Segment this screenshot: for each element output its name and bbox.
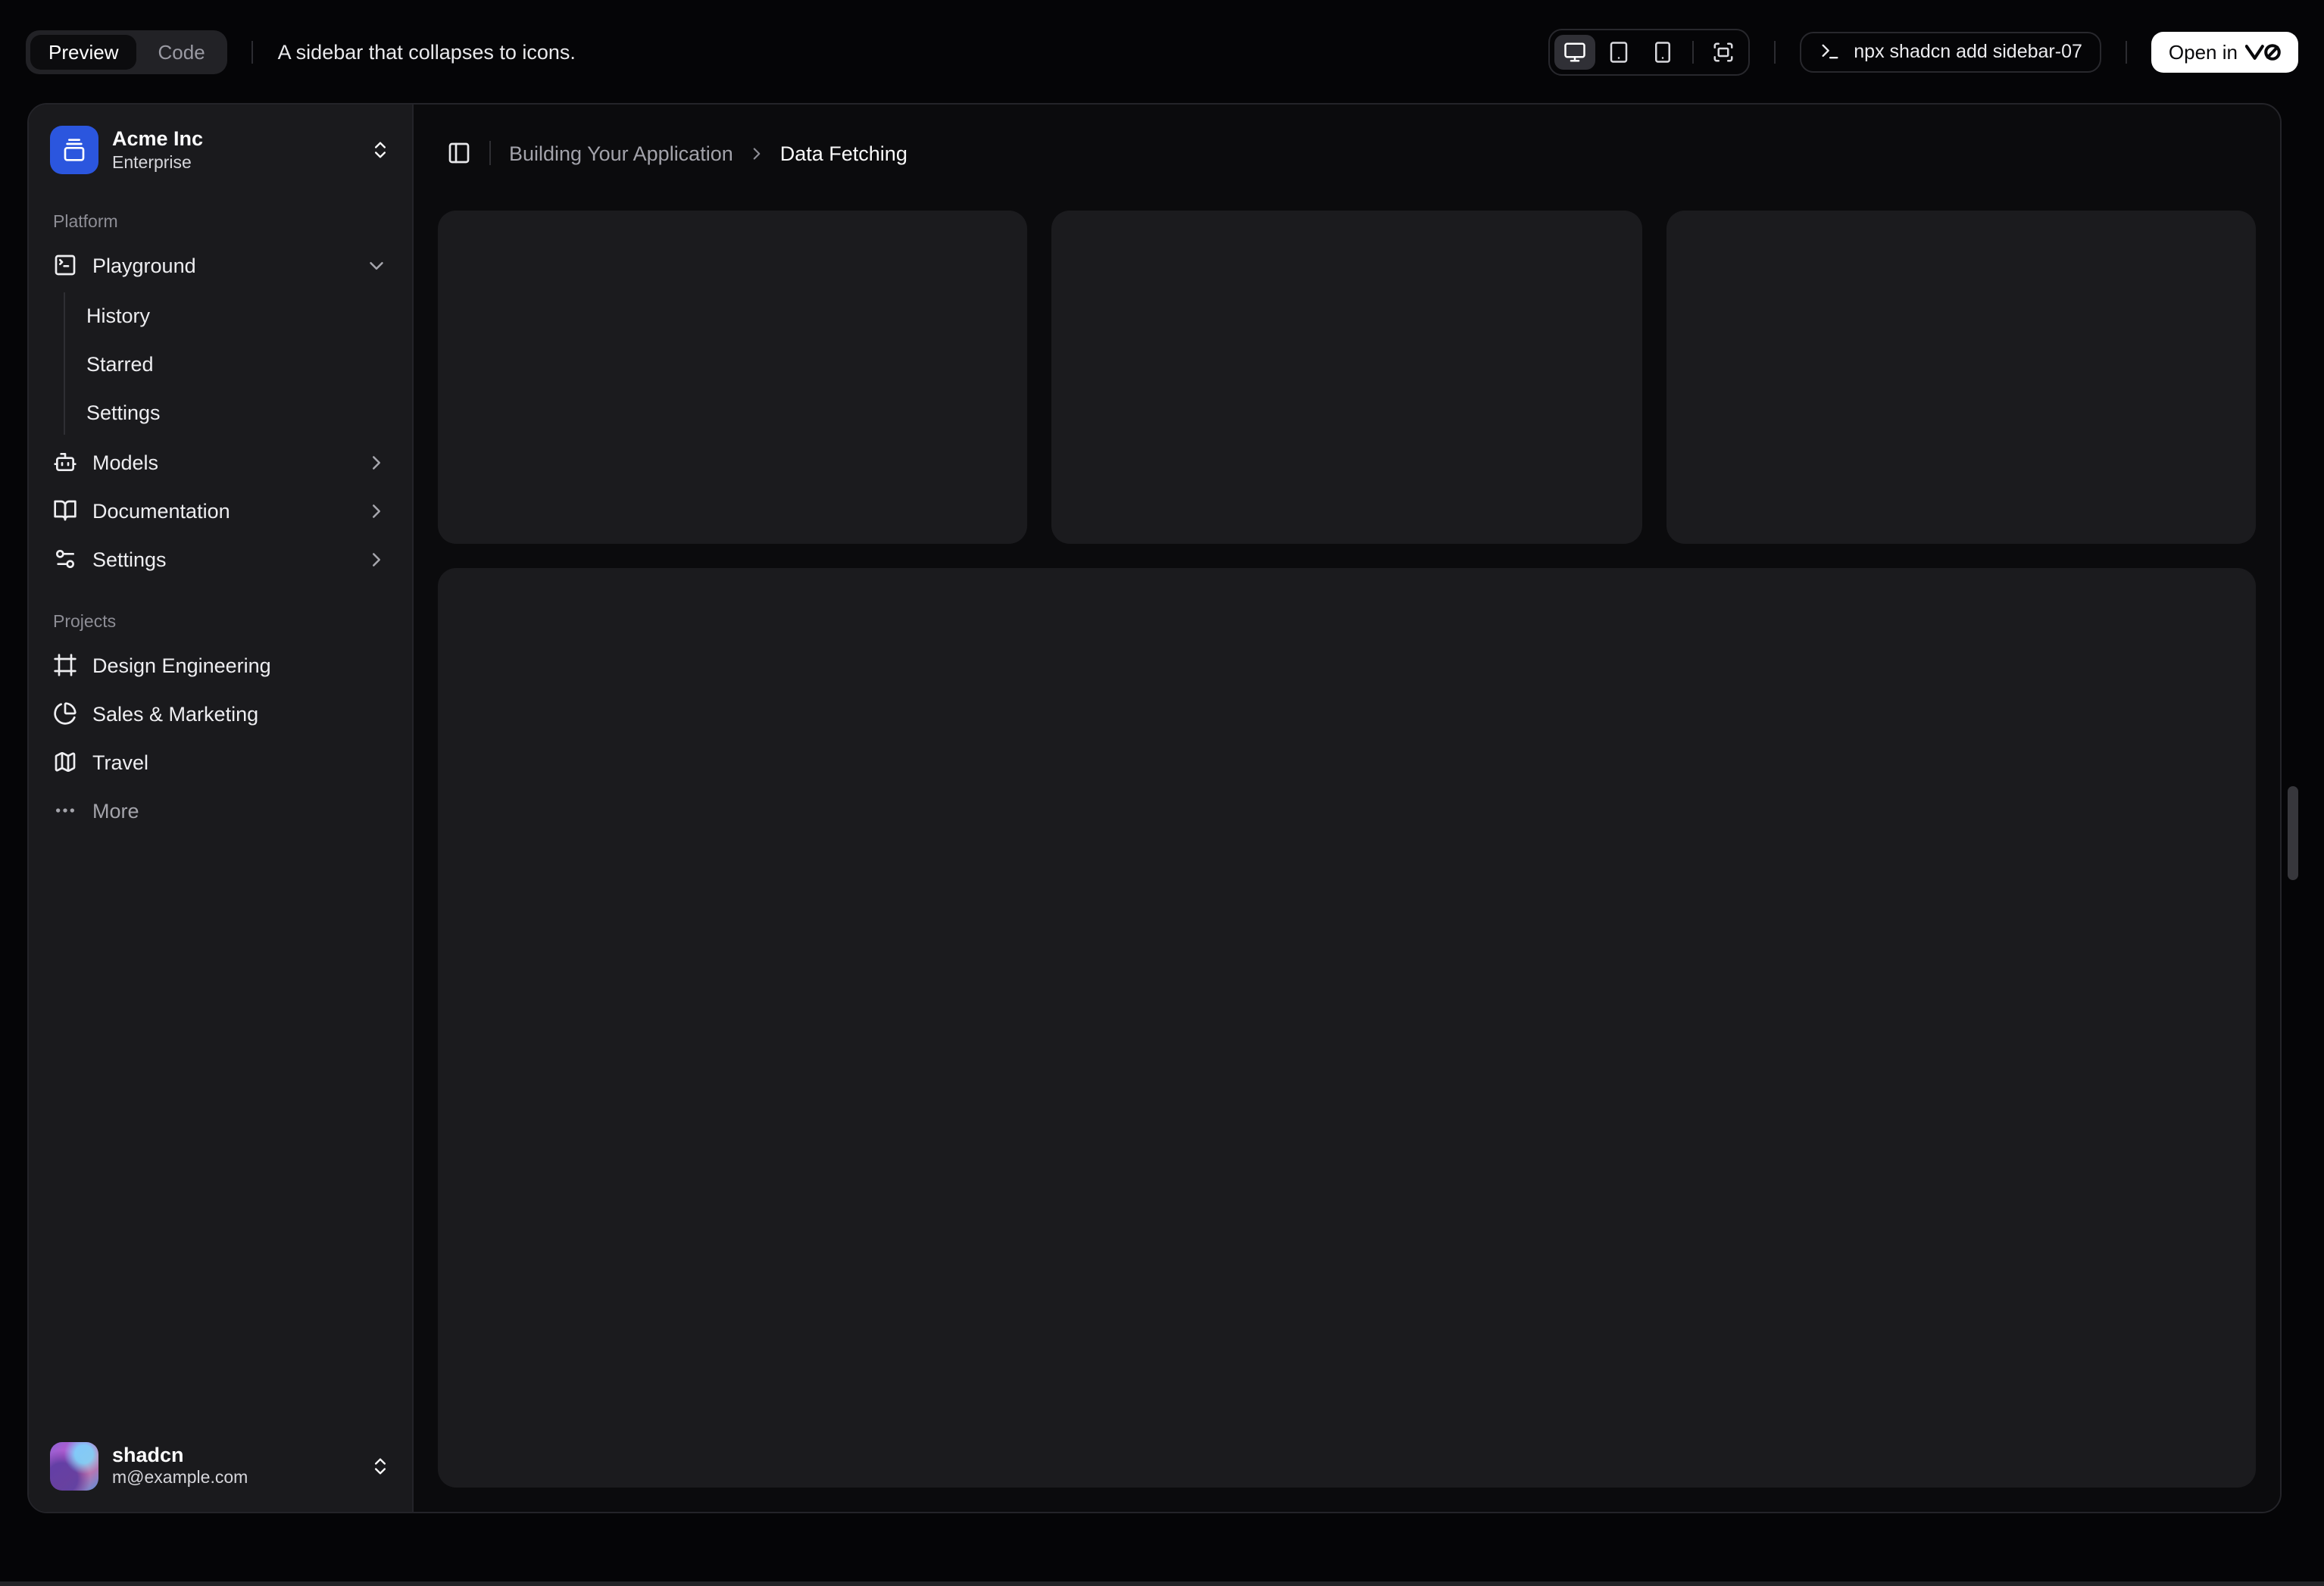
next-section-edge <box>0 1581 2324 1586</box>
square-terminal-icon <box>53 254 77 278</box>
tab-code[interactable]: Code <box>140 34 223 69</box>
open-in-v0-label: Open in <box>2168 40 2238 63</box>
breadcrumb: Building Your Application Data Fetching <box>509 142 907 164</box>
page-scrollbar-thumb[interactable] <box>2288 786 2298 880</box>
fullscreen-icon <box>1711 40 1734 63</box>
placeholder-card-row <box>414 201 2280 544</box>
preview-frame: Acme Inc Enterprise Platform Playground <box>27 103 2282 1513</box>
chevron-right-icon <box>365 500 388 523</box>
view-toggle-group: Preview Code <box>26 30 228 73</box>
device-toggle-group <box>1548 28 1750 75</box>
sidebar-toggle-button[interactable] <box>438 132 480 174</box>
group-label: Platform <box>53 214 118 233</box>
placeholder-card <box>1666 211 2256 544</box>
fullscreen-button[interactable] <box>1702 34 1743 69</box>
sidebar-item-label: Sales & Marketing <box>92 702 259 726</box>
sidebar-item-design-engineering[interactable]: Design Engineering <box>41 642 400 690</box>
chevron-right-icon <box>747 143 767 163</box>
playground-submenu: History Starred Settings <box>64 292 400 436</box>
terminal-icon <box>1819 41 1840 62</box>
toolbar-divider <box>251 40 254 63</box>
frame-icon <box>53 654 77 678</box>
header-divider <box>489 141 491 165</box>
chevrons-up-down-icon <box>370 139 391 161</box>
v0-logo-icon <box>2245 42 2282 61</box>
tab-preview[interactable]: Preview <box>30 34 137 69</box>
sidebar-item-documentation[interactable]: Documentation <box>41 487 400 535</box>
device-phone-button[interactable] <box>1641 34 1682 69</box>
sidebar-item-more[interactable]: More <box>41 787 400 835</box>
placeholder-card <box>438 211 1028 544</box>
placeholder-card <box>1051 211 1642 544</box>
sidebar-item-label: Playground <box>92 254 196 277</box>
team-logo <box>50 126 98 175</box>
smartphone-icon <box>1651 40 1673 63</box>
placeholder-main-card <box>438 568 2256 1488</box>
app-sidebar: Acme Inc Enterprise Platform Playground <box>29 105 414 1512</box>
tablet-icon <box>1607 40 1629 63</box>
toolbar-left: Preview Code A sidebar that collapses to… <box>26 30 576 73</box>
content-header: Building Your Application Data Fetching <box>414 105 2280 201</box>
sidebar-subitem-starred[interactable]: Starred <box>74 342 400 387</box>
book-open-icon <box>53 499 77 523</box>
open-in-v0-button[interactable]: Open in <box>2151 31 2298 72</box>
sidebar-item-label: Models <box>92 451 159 474</box>
sidebar-footer: shadcn m@example.com <box>41 1432 400 1500</box>
sidebar-group-platform: Platform Playground History Starred Sett… <box>41 205 400 584</box>
page: Preview Code A sidebar that collapses to… <box>0 0 2324 1586</box>
breadcrumb-section[interactable]: Building Your Application <box>509 142 733 164</box>
sidebar-item-sales-marketing[interactable]: Sales & Marketing <box>41 690 400 738</box>
toolbar-divider <box>2126 40 2128 63</box>
install-command-text: npx shadcn add sidebar-07 <box>1854 41 2082 62</box>
settings-2-icon <box>53 548 77 572</box>
toolbar-right: npx shadcn add sidebar-07 Open in <box>1548 28 2298 75</box>
sidebar-item-models[interactable]: Models <box>41 439 400 487</box>
chevron-down-icon <box>365 254 388 277</box>
toolbar: Preview Code A sidebar that collapses to… <box>0 0 2324 103</box>
device-desktop-button[interactable] <box>1554 34 1595 69</box>
sidebar-item-label: More <box>92 799 139 823</box>
block-description: A sidebar that collapses to icons. <box>277 40 576 63</box>
toolbar-divider <box>1773 40 1776 63</box>
group-label: Projects <box>53 613 117 632</box>
team-switcher[interactable]: Acme Inc Enterprise <box>41 117 400 184</box>
user-menu[interactable]: shadcn m@example.com <box>41 1432 400 1500</box>
sidebar-item-label: Documentation <box>92 499 230 523</box>
chart-pie-icon <box>53 702 77 726</box>
chevron-right-icon <box>365 451 388 474</box>
sidebar-item-label: Settings <box>92 548 167 571</box>
team-name: Acme Inc <box>112 127 204 150</box>
chevron-right-icon <box>365 548 388 571</box>
sidebar-item-label: Design Engineering <box>92 654 271 677</box>
sidebar-group-projects: Projects Design Engineering Sales & Mark… <box>41 605 400 835</box>
user-avatar <box>50 1441 98 1491</box>
chevrons-up-down-icon <box>370 1456 391 1477</box>
sidebar-subitem-history[interactable]: History <box>74 293 400 339</box>
gallery-vertical-end-icon <box>62 138 86 162</box>
monitor-icon <box>1563 40 1585 63</box>
sidebar-item-travel[interactable]: Travel <box>41 738 400 787</box>
sidebar-item-settings[interactable]: Settings <box>41 535 400 584</box>
bot-icon <box>53 451 77 475</box>
user-name: shadcn <box>112 1443 184 1466</box>
panel-left-icon <box>447 141 471 165</box>
main-content: Building Your Application Data Fetching <box>414 105 2280 1512</box>
breadcrumb-page: Data Fetching <box>779 142 907 164</box>
device-group-divider <box>1691 40 1694 63</box>
team-plan: Enterprise <box>112 154 192 173</box>
device-tablet-button[interactable] <box>1598 34 1638 69</box>
sidebar-item-playground[interactable]: Playground <box>41 242 400 290</box>
user-email: m@example.com <box>112 1469 248 1488</box>
map-icon <box>53 751 77 775</box>
ellipsis-icon <box>53 799 77 823</box>
sidebar-subitem-settings[interactable]: Settings <box>74 390 400 436</box>
install-command[interactable]: npx shadcn add sidebar-07 <box>1799 31 2102 72</box>
sidebar-item-label: Travel <box>92 751 149 774</box>
